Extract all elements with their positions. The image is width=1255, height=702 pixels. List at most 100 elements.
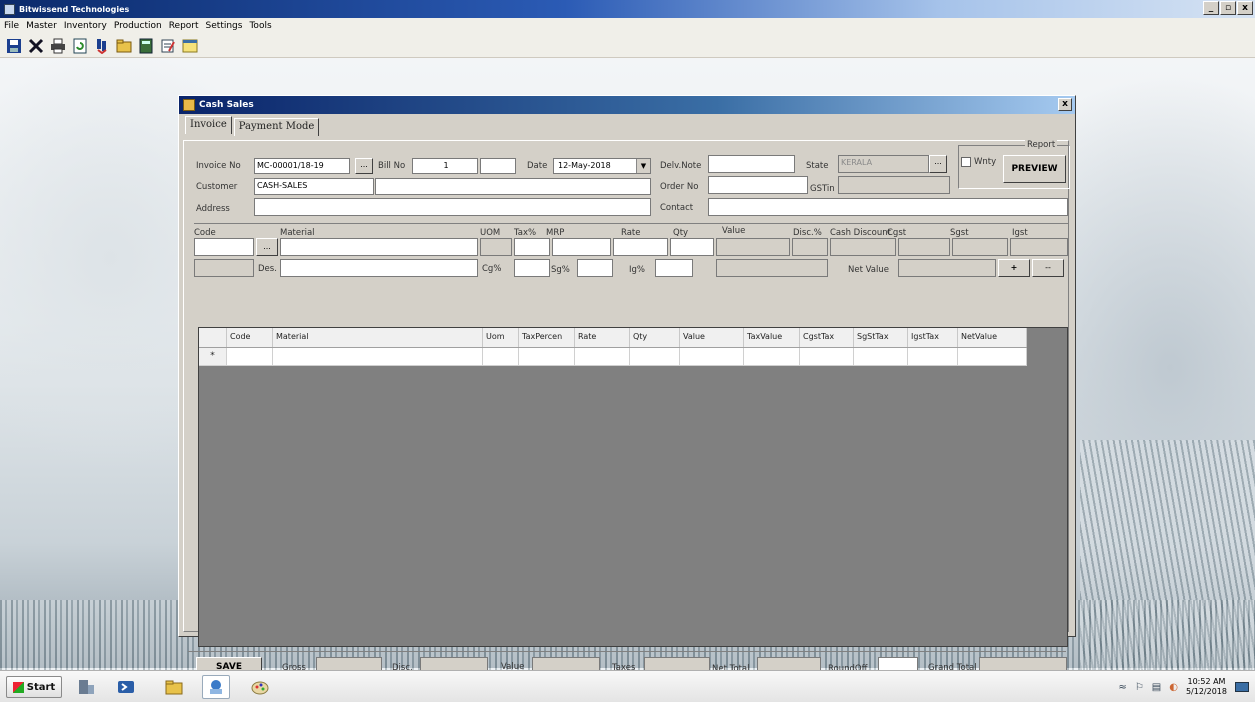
state-field[interactable]: KERALA <box>838 155 929 173</box>
exit-icon[interactable] <box>93 37 111 55</box>
entry-value-field[interactable] <box>716 238 790 256</box>
menu-report[interactable]: Report <box>169 21 199 31</box>
net-value-field[interactable] <box>898 259 996 277</box>
entry-ig-field[interactable] <box>655 259 693 277</box>
start-button[interactable]: Start <box>6 676 62 698</box>
clock[interactable]: 10:52 AM 5/12/2018 <box>1186 677 1227 697</box>
contact-field[interactable] <box>708 198 1068 216</box>
customer-code-field[interactable]: CASH-SALES <box>254 178 374 195</box>
table-cell[interactable] <box>483 348 519 366</box>
grid-col-taxpercent[interactable]: TaxPercen <box>519 328 575 347</box>
table-cell[interactable] <box>744 348 800 366</box>
add-row-button[interactable]: + <box>998 259 1030 277</box>
table-cell[interactable] <box>800 348 854 366</box>
grid-col-netvalue[interactable]: NetValue <box>958 328 1027 347</box>
table-cell[interactable] <box>908 348 958 366</box>
entry-mrp-field[interactable] <box>552 238 611 256</box>
entry-code-field[interactable] <box>194 238 254 256</box>
grid-col-material[interactable]: Material <box>273 328 483 347</box>
menu-master[interactable]: Master <box>26 21 57 31</box>
tab-invoice[interactable]: Invoice <box>185 116 232 134</box>
folder-icon[interactable] <box>115 37 133 55</box>
entry-extra-field[interactable] <box>194 259 254 277</box>
entry-rate-field[interactable] <box>613 238 668 256</box>
items-grid[interactable]: Code Material Uom TaxPercen Rate Qty Val… <box>198 327 1068 647</box>
grid-col-rate[interactable]: Rate <box>575 328 630 347</box>
notes-icon[interactable] <box>159 37 177 55</box>
grid-col-sgsttax[interactable]: SgStTax <box>854 328 908 347</box>
tab-payment-mode[interactable]: Payment Mode <box>233 118 320 136</box>
address-field[interactable] <box>254 198 651 216</box>
table-row[interactable]: * <box>199 348 1027 366</box>
chevron-down-icon[interactable]: ▼ <box>636 159 650 173</box>
table-cell[interactable] <box>854 348 908 366</box>
invoice-lookup-button[interactable]: ... <box>355 158 373 174</box>
wnty-checkbox[interactable] <box>961 157 971 167</box>
entry-sgst-field[interactable] <box>952 238 1008 256</box>
gstin-field[interactable] <box>838 176 950 194</box>
entry-cash-discount-field[interactable] <box>830 238 896 256</box>
menu-tools[interactable]: Tools <box>249 21 271 31</box>
grid-col-uom[interactable]: Uom <box>483 328 519 347</box>
table-cell[interactable] <box>575 348 630 366</box>
bitwissend-app-taskbar-icon[interactable] <box>202 675 230 699</box>
preview-button[interactable]: PREVIEW <box>1003 155 1066 183</box>
table-cell[interactable] <box>519 348 575 366</box>
window-icon[interactable] <box>181 37 199 55</box>
refresh-icon[interactable] <box>71 37 89 55</box>
table-cell[interactable] <box>680 348 744 366</box>
grid-col-qty[interactable]: Qty <box>630 328 680 347</box>
entry-tax-summary-field[interactable] <box>716 259 828 277</box>
state-lookup-button[interactable]: ... <box>929 155 947 173</box>
bill-no-suffix-field[interactable] <box>480 158 516 174</box>
grid-col-igsttax[interactable]: IgstTax <box>908 328 958 347</box>
print-icon[interactable] <box>49 37 67 55</box>
entry-disc-field[interactable] <box>792 238 828 256</box>
minimize-button[interactable]: _ <box>1203 1 1219 15</box>
menu-inventory[interactable]: Inventory <box>64 21 107 31</box>
window-close-button[interactable]: x <box>1058 98 1072 111</box>
chevron-up-icon[interactable]: ≈ <box>1118 682 1126 693</box>
save-icon[interactable] <box>5 37 23 55</box>
delv-note-field[interactable] <box>708 155 795 173</box>
volume-icon[interactable]: ◐ <box>1169 682 1178 693</box>
maximize-button[interactable]: ▫ <box>1220 1 1236 15</box>
date-picker[interactable]: 12-May-2018 ▼ <box>553 158 651 174</box>
menu-file[interactable]: File <box>4 21 19 31</box>
calculator-icon[interactable] <box>137 37 155 55</box>
delete-icon[interactable] <box>27 37 45 55</box>
grid-col-taxvalue[interactable]: TaxValue <box>744 328 800 347</box>
entry-uom-field[interactable] <box>480 238 512 256</box>
table-cell[interactable] <box>958 348 1027 366</box>
menu-settings[interactable]: Settings <box>206 21 243 31</box>
powershell-icon[interactable] <box>112 675 140 699</box>
network-icon[interactable]: ▤ <box>1152 682 1161 693</box>
grid-col-value[interactable]: Value <box>680 328 744 347</box>
invoice-no-field[interactable]: MC-00001/18-19 <box>254 158 350 174</box>
entry-code-lookup-button[interactable]: ... <box>256 238 278 256</box>
entry-cgst-field[interactable] <box>898 238 950 256</box>
show-desktop-icon[interactable] <box>1235 682 1249 692</box>
server-manager-icon[interactable] <box>72 675 100 699</box>
grid-col-cgsttax[interactable]: CgstTax <box>800 328 854 347</box>
entry-tax-field[interactable] <box>514 238 550 256</box>
entry-qty-field[interactable] <box>670 238 714 256</box>
flag-icon[interactable]: ⚐ <box>1135 682 1144 693</box>
entry-igst-field[interactable] <box>1010 238 1068 256</box>
entry-material-field[interactable] <box>280 238 478 256</box>
remove-row-button[interactable]: -- <box>1032 259 1064 277</box>
table-cell[interactable] <box>227 348 273 366</box>
entry-sg-field[interactable] <box>577 259 613 277</box>
table-cell[interactable] <box>273 348 483 366</box>
bill-no-field[interactable]: 1 <box>412 158 478 174</box>
grid-col-code[interactable]: Code <box>227 328 273 347</box>
table-cell[interactable] <box>630 348 680 366</box>
order-no-field[interactable] <box>708 176 808 194</box>
close-button[interactable]: x <box>1237 1 1253 15</box>
entry-description-field[interactable] <box>280 259 478 277</box>
menu-production[interactable]: Production <box>114 21 162 31</box>
explorer-folder-icon[interactable] <box>160 675 188 699</box>
entry-cg-field[interactable] <box>514 259 550 277</box>
paint-icon[interactable] <box>246 675 274 699</box>
customer-name-field[interactable] <box>375 178 651 195</box>
